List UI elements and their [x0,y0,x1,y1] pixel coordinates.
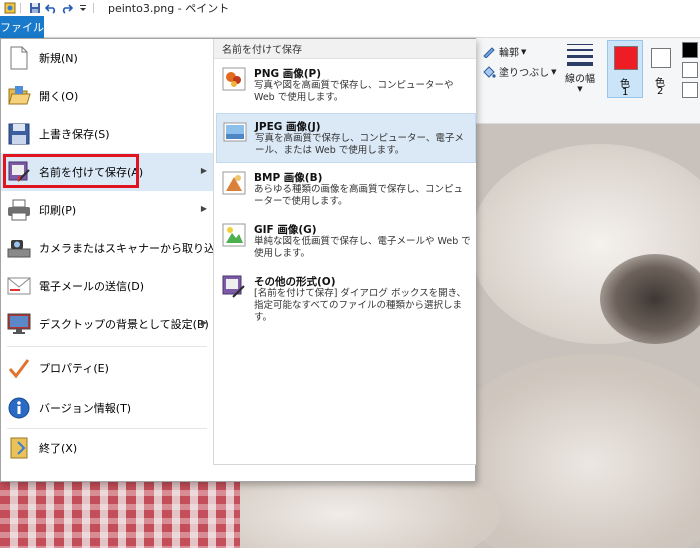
png-image-icon [222,67,246,91]
chevron-down-icon: ▼ [551,67,557,76]
fill-icon [482,65,496,78]
palette-swatch[interactable] [682,42,698,58]
menu-item-set-desktop-background[interactable]: デスクトップの背景として設定(B) ▶ [1,305,213,343]
other-formats-icon [222,275,246,299]
menu-item-open[interactable]: 開く(O) [1,77,213,115]
save-as-bmp[interactable]: BMP 画像(B) あらゆる種類の画像を高画質で保存し、コンピューターで使用しま… [216,165,476,215]
bmp-image-icon [222,171,246,195]
save-disk-icon [7,122,31,146]
printer-icon [7,198,31,222]
save-as-jpeg[interactable]: JPEG 画像(J) 写真を高画質で保存し、コンピューター、電子メール、または … [216,113,476,163]
menu-item-import-camera-scanner[interactable]: カメラまたはスキャナーから取り込み(M) [1,229,244,267]
chevron-down-icon: ▼ [521,47,527,56]
menu-item-exit[interactable]: 終了(X) [1,429,213,467]
submenu-arrow-icon: ▶ [200,318,207,327]
paint-app-icon [4,2,16,14]
fur-dark-patch [600,254,700,344]
fill-label: 塗りつぶし [499,68,550,79]
file-tab[interactable]: ファイル [0,16,44,38]
submenu-arrow-icon: ▶ [200,166,207,175]
menu-item-send-email[interactable]: 電子メールの送信(D) [1,267,213,305]
color2-number: 2 [657,86,664,97]
palette-swatch[interactable] [682,62,698,78]
outline-dropdown[interactable]: 輪郭 ▼ [482,44,526,59]
window-title: peinto3.png - ペイント [108,2,230,15]
save-as-submenu: 名前を付けて保存 PNG 画像(P) 写真や図を高画質で保存し、コンピューターや… [213,39,476,465]
menu-item-new[interactable]: 新規(N) [1,39,213,77]
customize-quick-access-icon[interactable] [77,2,89,14]
red-highlight-frame [3,154,139,188]
menu-item-print[interactable]: 印刷(P) ▶ [1,191,213,229]
color1-number: 1 [622,87,629,98]
color2-button[interactable]: 色 2 [646,40,676,98]
exit-icon [7,436,31,460]
info-icon [7,396,31,420]
open-folder-icon [7,84,31,108]
desktop-background-icon [7,312,31,336]
jpeg-image-icon [223,120,247,144]
save-as-gif[interactable]: GIF 画像(G) 単純な図を低画質で保存し、電子メールや Web で使用します… [216,217,476,267]
ribbon-tab-bar: ファイル [0,16,700,38]
file-menu: 新規(N) 開く(O) 上書き保存(S) 名前を付けて保存(A) ▶ 印刷(P)… [0,38,476,482]
save-as-header: 名前を付けて保存 [214,39,476,59]
color1-button[interactable]: 色 1 [607,40,643,98]
menu-item-save[interactable]: 上書き保存(S) [1,115,213,153]
size-button[interactable]: 線の幅 ▼ [562,42,598,93]
menu-item-properties[interactable]: プロパティ(E) [1,349,213,387]
outline-icon [482,46,496,59]
line-width-icon [565,42,595,66]
plaid-fabric-overlay [0,482,240,548]
save-as-other-formats[interactable]: その他の形式(O) [名前を付けて保存] ダイアログ ボックスを開き、指定可能な… [216,269,476,323]
menu-divider [7,346,207,347]
outline-label: 輪郭 [499,48,519,59]
save-as-png[interactable]: PNG 画像(P) 写真や図を高画質で保存し、コンピューターや Web で使用し… [216,61,476,111]
quick-access-separator [20,3,21,13]
undo-icon[interactable] [44,2,57,14]
fill-dropdown[interactable]: 塗りつぶし ▼ [482,64,557,79]
email-icon [7,274,31,298]
gif-image-icon [222,223,246,247]
palette-swatch[interactable] [682,82,698,98]
menu-item-about[interactable]: バージョン情報(T) [1,389,213,427]
submenu-arrow-icon: ▶ [200,204,207,213]
save-icon[interactable] [29,2,41,14]
title-separator [93,3,94,13]
title-bar: peinto3.png - ペイント [0,0,700,16]
color2-swatch [651,48,671,68]
checkmark-icon [7,356,31,380]
file-menu-commands: 新規(N) 開く(O) 上書き保存(S) 名前を付けて保存(A) ▶ 印刷(P)… [1,39,244,481]
new-file-icon [7,46,31,70]
size-label: 線の幅 [565,74,595,85]
redo-icon[interactable] [61,2,74,14]
ribbon: 輪郭 ▼ 塗りつぶし ▼ 線の幅 ▼ 色 1 色 2 [476,38,700,124]
color1-swatch [614,46,638,70]
chevron-down-icon: ▼ [577,85,583,93]
camera-scanner-icon [7,236,31,260]
